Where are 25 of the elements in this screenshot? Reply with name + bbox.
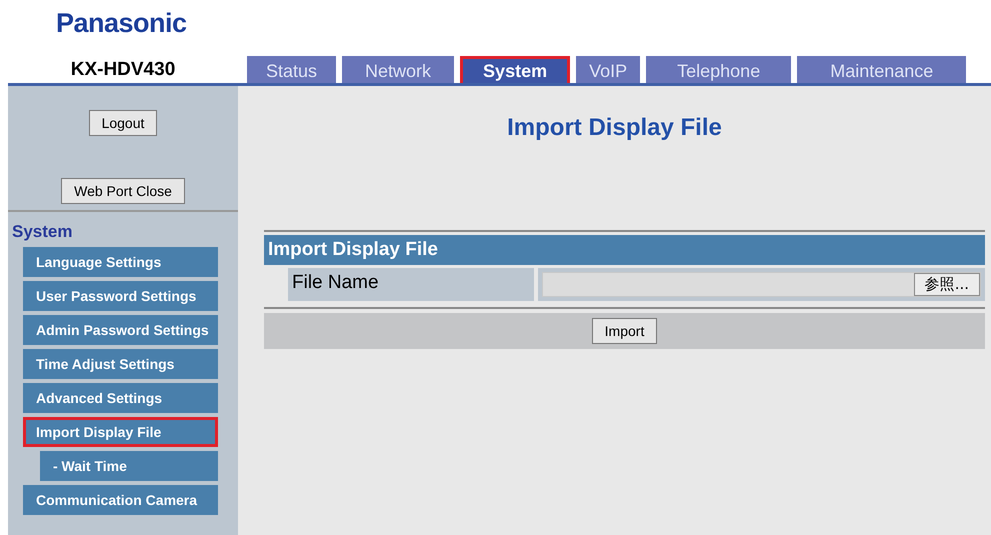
nav-tab[interactable]: VoIP	[576, 56, 640, 83]
sidebar-menu-item[interactable]: Admin Password Settings	[23, 315, 218, 345]
model-name: KX-HDV430	[70, 59, 176, 82]
nav-tab[interactable]: System	[460, 56, 570, 83]
nav-tab[interactable]: Maintenance	[797, 56, 966, 83]
sidebar-menu-item[interactable]: Advanced Settings	[23, 383, 218, 413]
field-label: File Name	[288, 268, 534, 301]
page-title: Import Display File	[506, 114, 723, 142]
nav-tab[interactable]: Status	[247, 56, 336, 83]
brand-logo: Panasonic	[56, 8, 187, 39]
web-port-close-button[interactable]: Web Port Close	[61, 178, 185, 204]
sidebar-menu-item[interactable]: Communication Camera	[23, 485, 218, 515]
form-header: Import Display File	[264, 235, 985, 265]
sidebar-menu-item[interactable]: Import Display File	[23, 417, 218, 447]
nav-tab[interactable]: Network	[342, 56, 454, 83]
sidebar-menu-item[interactable]: User Password Settings	[23, 281, 218, 311]
browse-button[interactable]: 参照...	[914, 273, 980, 296]
section-heading: System	[11, 221, 74, 243]
sidebar-menu-item[interactable]: Language Settings	[23, 247, 218, 277]
logout-button[interactable]: Logout	[88, 110, 158, 136]
sidebar-menu-item[interactable]: - Wait Time	[40, 451, 218, 481]
file-input-field[interactable]: 参照...	[542, 272, 981, 297]
sidebar-menu-item[interactable]: Time Adjust Settings	[23, 349, 218, 379]
import-button[interactable]: Import	[592, 318, 658, 344]
nav-tab[interactable]: Telephone	[646, 56, 792, 83]
